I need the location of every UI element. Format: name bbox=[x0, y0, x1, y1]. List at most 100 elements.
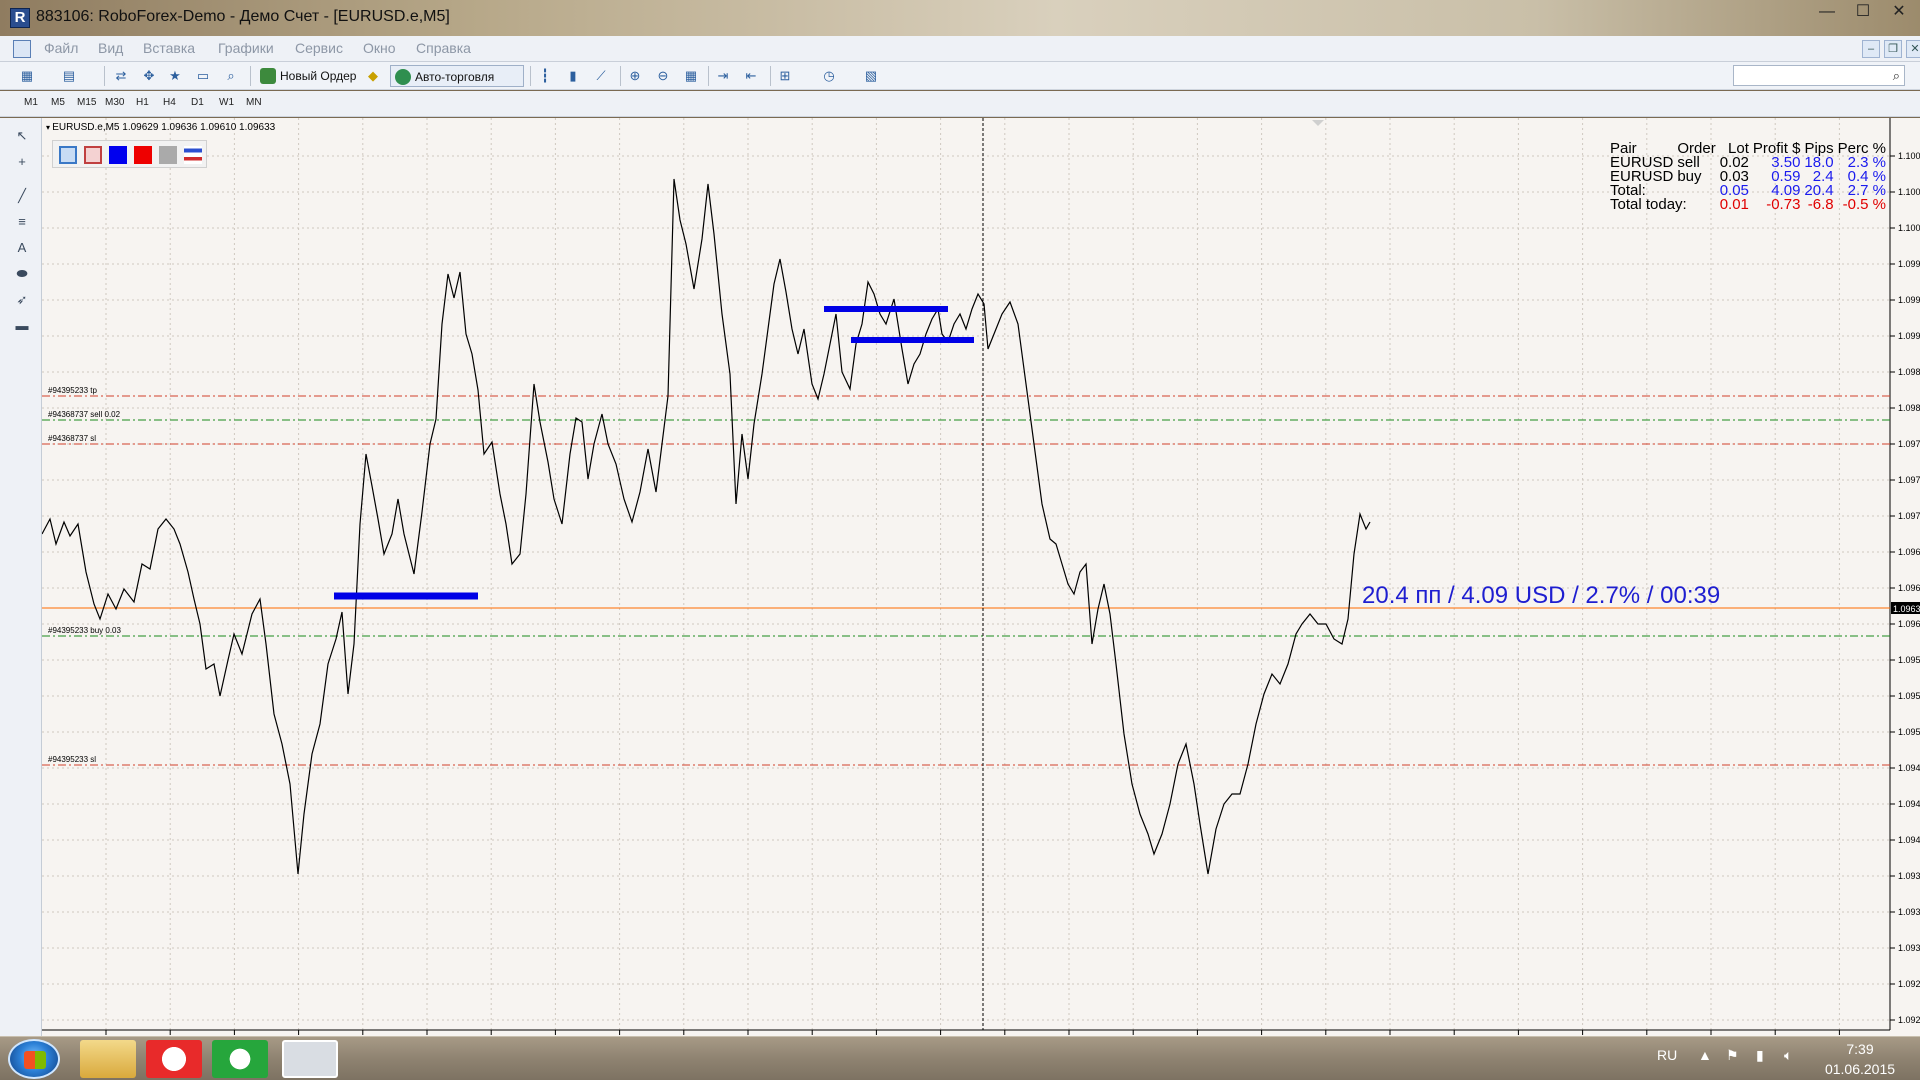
metatrader-task-icon[interactable] bbox=[282, 1040, 338, 1078]
crosshair-icon[interactable]: + bbox=[14, 154, 30, 170]
templates-icon[interactable]: ▧ bbox=[862, 67, 880, 85]
timeframe-w1[interactable]: W1 bbox=[219, 97, 234, 108]
text-tool-icon[interactable]: A bbox=[14, 240, 30, 256]
swatch-lines[interactable] bbox=[184, 146, 202, 164]
positions-summary: Pair Order Lot Profit $ Pips Perc % EURU… bbox=[1608, 141, 1888, 212]
metaeditor-icon[interactable]: ◆ bbox=[364, 67, 382, 85]
candlestick-icon[interactable]: ▮ bbox=[564, 67, 582, 85]
chart-window[interactable]: 1.10075 1.10040 1.10005 1.09970 1.09935 1.099… bbox=[42, 118, 1920, 1036]
timeframe-m5[interactable]: M5 bbox=[51, 97, 65, 108]
action-center-flag-icon[interactable]: ⚑ bbox=[1726, 1047, 1739, 1064]
price-tick-label: 1.09690 bbox=[1898, 547, 1920, 557]
menu-bar: Файл Вид Вставка Графики Сервис Окно Спр… bbox=[0, 36, 1920, 62]
mdi-close-button[interactable]: ✕ bbox=[1906, 40, 1920, 58]
terminal-icon[interactable]: ▭ bbox=[194, 67, 212, 85]
cursor-icon[interactable]: ↖ bbox=[14, 128, 30, 144]
auto-trading-icon bbox=[395, 69, 411, 85]
profiles-icon[interactable]: ▤ bbox=[60, 67, 78, 85]
new-order-icon bbox=[260, 68, 276, 84]
swatch-light-blue[interactable] bbox=[59, 146, 77, 164]
bar-chart-icon[interactable]: ┇ bbox=[536, 67, 554, 85]
menu-window[interactable]: Окно bbox=[363, 40, 396, 56]
price-tick-label: 1.10040 bbox=[1898, 187, 1920, 197]
clock-date: 01.06.2015 bbox=[1824, 1061, 1896, 1077]
auto-trading-button[interactable]: Авто-торговля bbox=[390, 65, 524, 87]
timeframe-m30[interactable]: M30 bbox=[105, 97, 124, 108]
price-tick-label: 1.09795 bbox=[1898, 439, 1920, 449]
channel-icon[interactable]: ≡ bbox=[14, 214, 30, 230]
profit-banner: 20.4 пп / 4.09 USD / 2.7% / 00:39 bbox=[1362, 582, 1721, 609]
strategy-tester-icon[interactable]: ⌕ bbox=[222, 67, 240, 85]
drawing-toolbar: ↖ + ╱ ≡ A ⬬ ➶ ▬ bbox=[0, 118, 42, 1036]
timeframe-h1[interactable]: H1 bbox=[136, 97, 149, 108]
minimize-button[interactable]: — bbox=[1810, 2, 1844, 24]
navigator-icon[interactable]: ★ bbox=[166, 67, 184, 85]
system-clock[interactable]: 7:39 01.06.2015 bbox=[1810, 1039, 1910, 1079]
new-chart-icon[interactable]: ▦ bbox=[18, 67, 36, 85]
language-indicator[interactable]: RU bbox=[1657, 1047, 1677, 1063]
price-tick-label: 1.09550 bbox=[1898, 691, 1920, 701]
tile-windows-icon[interactable]: ▦ bbox=[682, 67, 700, 85]
trendline-icon[interactable]: ╱ bbox=[14, 188, 30, 204]
search-icon: ⌕ bbox=[1892, 68, 1900, 83]
price-tick-label: 1.10075 bbox=[1898, 151, 1920, 161]
timeframe-d1[interactable]: D1 bbox=[191, 97, 204, 108]
taskbar: RU ▲ ⚑ ▮ 🔈︎ 7:39 01.06.2015 bbox=[0, 1036, 1920, 1080]
order-line-label: #94395233 tp bbox=[48, 386, 97, 395]
menu-help[interactable]: Справка bbox=[416, 40, 471, 56]
new-order-button[interactable]: Новый Ордер bbox=[256, 65, 356, 87]
yandex-browser-icon[interactable] bbox=[146, 1040, 202, 1078]
window-title: 883106: RoboForex-Demo - Демо Счет - [EU… bbox=[36, 8, 450, 25]
mdi-minimize-button[interactable]: – bbox=[1862, 40, 1880, 58]
line-chart-icon[interactable]: ⟋ bbox=[592, 67, 610, 85]
periods-icon[interactable]: ◷ bbox=[820, 67, 838, 85]
swatch-red[interactable] bbox=[134, 146, 152, 164]
swatch-light-red[interactable] bbox=[84, 146, 102, 164]
color-palette bbox=[52, 140, 207, 168]
market-watch-icon[interactable]: ⇄ bbox=[112, 67, 130, 85]
menu-file[interactable]: Файл bbox=[44, 40, 78, 56]
price-tick-label: 1.09760 bbox=[1898, 475, 1920, 485]
maximize-button[interactable]: ☐ bbox=[1846, 2, 1880, 24]
arrow-tool-icon[interactable]: ➶ bbox=[14, 292, 30, 308]
menu-view[interactable]: Вид bbox=[98, 40, 123, 56]
timeframe-m1[interactable]: M1 bbox=[24, 97, 38, 108]
timeframe-mn[interactable]: MN bbox=[246, 97, 262, 108]
start-button[interactable] bbox=[8, 1039, 60, 1079]
menu-charts[interactable]: Графики bbox=[218, 40, 274, 56]
data-window-icon[interactable]: ✥ bbox=[140, 67, 158, 85]
ellipse-icon[interactable]: ⬬ bbox=[14, 266, 30, 282]
network-icon[interactable]: ▮ bbox=[1756, 1047, 1764, 1064]
document-icon[interactable] bbox=[13, 40, 31, 58]
menu-insert[interactable]: Вставка bbox=[143, 40, 195, 56]
search-input[interactable]: ⌕ bbox=[1733, 65, 1905, 86]
zoom-in-icon[interactable]: ⊕ bbox=[626, 67, 644, 85]
swatch-gray[interactable] bbox=[159, 146, 177, 164]
symbol-label: EURUSD.e,M5 1.09629 1.09636 1.09610 1.09… bbox=[46, 122, 275, 133]
volume-icon[interactable]: 🔈︎ bbox=[1784, 1047, 1792, 1064]
timeframe-h4[interactable]: H4 bbox=[163, 97, 176, 108]
mail-agent-icon[interactable] bbox=[212, 1040, 268, 1078]
app-logo-icon: R bbox=[10, 8, 30, 28]
rectangle-icon[interactable]: ▬ bbox=[14, 318, 30, 334]
tray-expand-icon[interactable]: ▲ bbox=[1698, 1047, 1712, 1063]
zoom-out-icon[interactable]: ⊖ bbox=[654, 67, 672, 85]
swatch-blue[interactable] bbox=[109, 146, 127, 164]
price-tick-label: 1.09480 bbox=[1898, 763, 1920, 773]
file-explorer-icon[interactable] bbox=[80, 1040, 136, 1078]
auto-scroll-icon[interactable]: ⇥ bbox=[714, 67, 732, 85]
price-tick-label: 1.09340 bbox=[1898, 907, 1920, 917]
timeframe-m15[interactable]: M15 bbox=[77, 97, 96, 108]
price-tick-label: 1.09900 bbox=[1898, 331, 1920, 341]
mdi-restore-button[interactable]: ❐ bbox=[1884, 40, 1902, 58]
order-line-label: #94368737 sl bbox=[48, 434, 96, 443]
menu-tools[interactable]: Сервис bbox=[295, 40, 343, 56]
chart-shift-icon[interactable]: ⇤ bbox=[742, 67, 760, 85]
price-chart[interactable]: 1.10075 1.10040 1.10005 1.09970 1.09935 1.099… bbox=[42, 118, 1920, 1036]
close-button[interactable]: ✕ bbox=[1882, 2, 1916, 24]
price-tick-label: 1.09305 bbox=[1898, 943, 1920, 953]
indicators-icon[interactable]: ⊞ bbox=[776, 67, 794, 85]
order-line-label: #94395233 sl bbox=[48, 755, 96, 764]
price-tick-label: 1.09445 bbox=[1898, 799, 1920, 809]
auto-trading-label: Авто-торговля bbox=[415, 70, 495, 84]
